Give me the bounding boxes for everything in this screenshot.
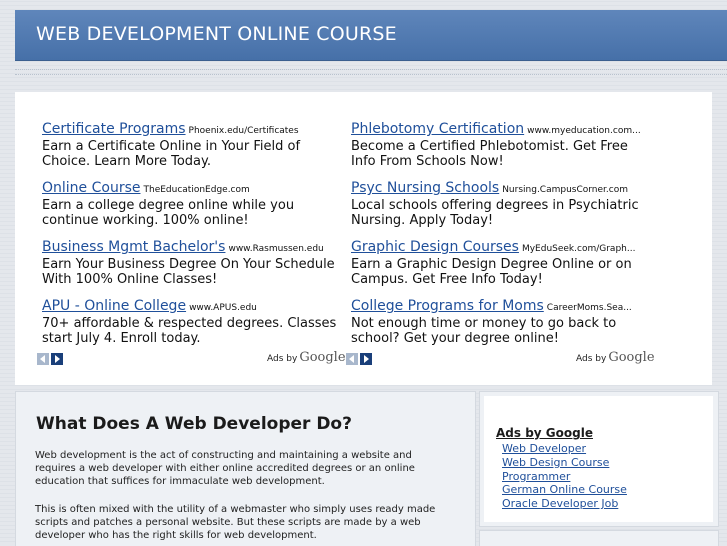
google-logo: Google (299, 350, 346, 365)
ad-url[interactable]: CareerMoms.Sea... (547, 303, 632, 313)
next-arrow-icon[interactable] (360, 353, 372, 365)
article-paragraph: This is often mixed with the utility of … (35, 504, 436, 541)
ad-title-link[interactable]: Phlebotomy Certification (351, 121, 524, 137)
ad-url[interactable]: Phoenix.edu/Certificates (189, 126, 299, 136)
sidebar-ads: Ads by Google Web Developer Web Design C… (479, 391, 719, 527)
ad-description: Local schools offering degrees in Psychi… (351, 198, 639, 228)
ad-panel: Certificate Programs Phoenix.edu/Certific… (15, 92, 712, 385)
ad-description: 70+ affordable & respected degrees. Clas… (42, 316, 337, 346)
ad-title-link[interactable]: College Programs for Moms (351, 298, 544, 314)
ad-description: Earn a college degree online while you c… (42, 198, 295, 228)
article: What Does A Web Developer Do? Web develo… (15, 391, 476, 546)
site-title: WEB DEVELOPMENT ONLINE COURSE (36, 23, 397, 45)
ad-unit: Business Mgmt Bachelor's www.Rasmussen.ed… (42, 236, 352, 287)
ad-title-link[interactable]: APU - Online College (42, 298, 186, 314)
site-header: WEB DEVELOPMENT ONLINE COURSE (15, 10, 727, 61)
ad-url[interactable]: Nursing.CampusCorner.com (502, 185, 628, 195)
ad-unit: College Programs for Moms CareerMoms.Sea.… (351, 295, 661, 346)
sidebar-next-box (479, 530, 719, 546)
ad-url[interactable]: www.Rasmussen.edu (228, 244, 323, 254)
prev-arrow-icon[interactable] (37, 353, 49, 365)
ads-by-label: Ads by (576, 354, 607, 364)
ad-title-link[interactable]: Online Course (42, 180, 141, 196)
article-paragraph: Web development is the act of constructi… (35, 450, 415, 487)
ad-title-link[interactable]: Certificate Programs (42, 121, 186, 137)
ad-url[interactable]: MyEduSeek.com/Graph... (522, 244, 636, 254)
ad-description: Earn a Graphic Design Degree Online or o… (351, 257, 632, 287)
sidebar-ad-link[interactable]: German Online Course (502, 483, 627, 497)
ad-description: Not enough time or money to go back to s… (351, 316, 617, 346)
ads-by-label: Ads by (267, 354, 298, 364)
ad-pager-right (346, 353, 374, 372)
ad-unit: Online Course TheEducationEdge.com Earn a… (42, 177, 352, 228)
ad-description: Become a Certified Phlebotomist. Get Fre… (351, 139, 628, 169)
ad-description: Earn Your Business Degree On Your Schedu… (42, 257, 335, 287)
ad-url[interactable]: TheEducationEdge.com (144, 185, 250, 195)
google-logo: Google (608, 350, 655, 365)
sidebar-ads-title[interactable]: Ads by Google (496, 426, 593, 440)
ad-description: Earn a Certificate Online in Your Field … (42, 139, 301, 169)
ad-title-link[interactable]: Business Mgmt Bachelor's (42, 239, 225, 255)
ad-url[interactable]: www.APUS.edu (189, 303, 257, 313)
ad-unit: Certificate Programs Phoenix.edu/Certific… (42, 118, 352, 169)
article-title: What Does A Web Developer Do? (36, 414, 352, 434)
ad-unit: APU - Online College www.APUS.edu 70+ aff… (42, 295, 352, 346)
sidebar-ad-link[interactable]: Programmer (502, 470, 627, 484)
sidebar-ad-links: Web Developer Web Design Course Programm… (502, 442, 627, 511)
divider (15, 74, 727, 76)
sidebar-ad-link[interactable]: Web Developer (502, 442, 627, 456)
ad-unit: Graphic Design Courses MyEduSeek.com/Grap… (351, 236, 661, 287)
sidebar-ad-link[interactable]: Web Design Course (502, 456, 627, 470)
sidebar-ad-link[interactable]: Oracle Developer Job (502, 497, 627, 511)
ad-unit: Psyc Nursing Schools Nursing.CampusCorner… (351, 177, 661, 228)
ad-title-link[interactable]: Psyc Nursing Schools (351, 180, 499, 196)
divider (15, 69, 727, 71)
ads-by-google-left[interactable]: Ads by Google (267, 350, 346, 365)
prev-arrow-icon[interactable] (346, 353, 358, 365)
ad-pager-left (37, 353, 65, 372)
ad-title-link[interactable]: Graphic Design Courses (351, 239, 519, 255)
ads-by-google-right[interactable]: Ads by Google (576, 350, 655, 365)
ad-url[interactable]: www.myeducation.com... (527, 126, 641, 136)
next-arrow-icon[interactable] (51, 353, 63, 365)
ad-unit: Phlebotomy Certification www.myeducation.… (351, 118, 661, 169)
